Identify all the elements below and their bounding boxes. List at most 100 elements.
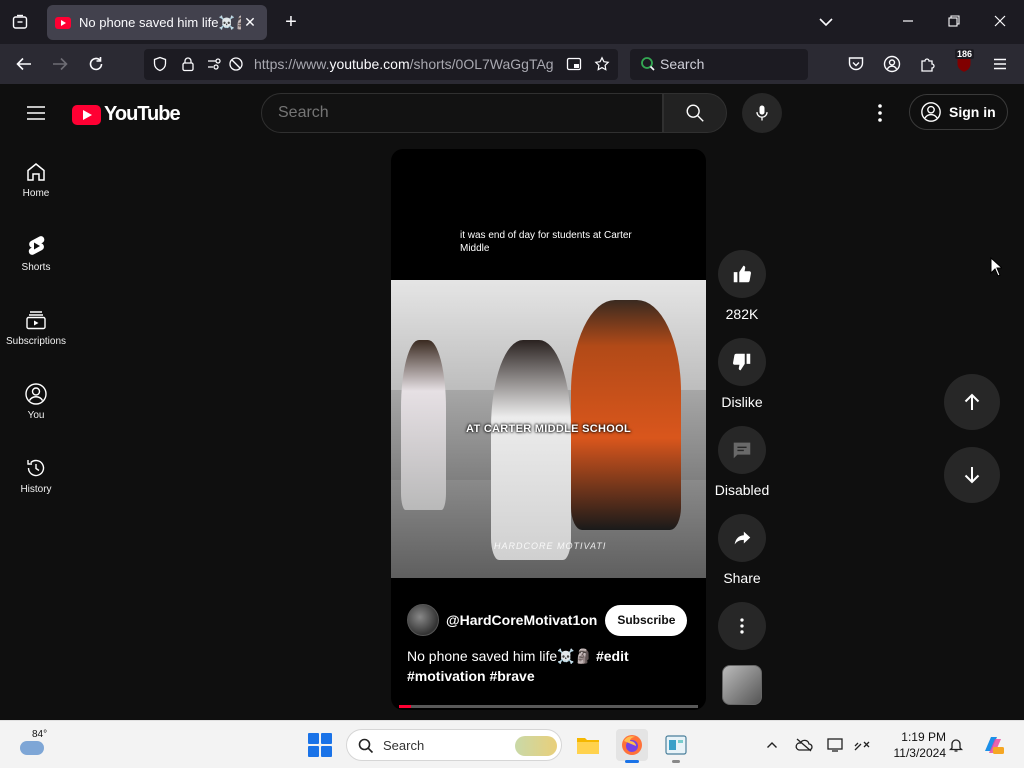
sidebar-item-label: Home	[22, 188, 50, 199]
share-button-circle[interactable]	[718, 514, 766, 562]
settings-more-vert-icon[interactable]	[868, 101, 892, 125]
bookmark-star-icon[interactable]	[590, 52, 614, 76]
browser-nav-bar: https://www.youtube.com/shorts/0OL7WaGgT…	[0, 44, 1024, 84]
clock-date: 11/3/2024	[893, 746, 947, 760]
url-text[interactable]: https://www.youtube.com/shorts/0OL7WaGgT…	[254, 56, 554, 72]
channel-name[interactable]: @HardCoreMotivat1on	[446, 612, 597, 628]
youtube-search-box[interactable]	[261, 93, 663, 133]
list-all-tabs-chevron-icon[interactable]	[814, 10, 838, 34]
sidebar-item-you[interactable]: You	[0, 364, 72, 424]
share-label: Share	[723, 570, 761, 586]
show-hidden-icons-chevron[interactable]	[762, 735, 782, 755]
previous-short-button[interactable]	[944, 374, 1000, 430]
taskbar-clock[interactable]: 1:19 PM 11/3/2024	[880, 729, 947, 761]
channel-avatar[interactable]	[407, 604, 439, 636]
sign-in-button[interactable]: Sign in	[909, 94, 1008, 130]
sidebar-item-shorts[interactable]: Shorts	[0, 216, 72, 276]
notifications-bell-icon[interactable]	[946, 735, 966, 755]
playback-progress-bar[interactable]	[399, 705, 698, 708]
subscribe-button[interactable]: Subscribe	[605, 604, 688, 636]
hashtag-link[interactable]: #edit	[596, 648, 629, 664]
shorts-player[interactable]: it was end of day for students at Carter…	[391, 149, 706, 710]
voice-search-button[interactable]	[742, 93, 782, 133]
browser-tab-bar: No phone saved him life☠️🗿 ✕ +	[0, 0, 1024, 44]
like-count: 282K	[725, 306, 759, 322]
google-search-engine-icon	[636, 52, 660, 76]
firefox-taskbar-icon[interactable]	[616, 729, 648, 763]
browser-menu-icon[interactable]	[988, 52, 1012, 76]
sidebar-item-label: You	[27, 410, 45, 421]
video-person	[571, 300, 681, 530]
comments-button[interactable]: Disabled	[710, 426, 774, 498]
shorts-icon	[24, 234, 48, 258]
comments-button-circle[interactable]	[718, 426, 766, 474]
history-icon	[24, 456, 48, 480]
new-tab-button[interactable]: +	[279, 10, 303, 34]
like-button-circle[interactable]	[718, 250, 766, 298]
app-window-icon[interactable]	[660, 729, 692, 763]
permissions-icon[interactable]	[202, 52, 226, 76]
thumbs-down-icon	[732, 353, 751, 371]
dislike-button[interactable]: Dislike	[710, 338, 774, 410]
account-icon[interactable]	[880, 52, 904, 76]
sidebar-item-label: Shorts	[21, 262, 51, 273]
sidebar-item-label: Subscriptions	[5, 336, 67, 347]
taskbar-search-label: Search	[383, 738, 425, 753]
minimize-window-icon[interactable]	[896, 10, 920, 34]
onedrive-offline-icon[interactable]	[794, 735, 814, 755]
display-icon[interactable]	[826, 735, 846, 755]
video-frame[interactable]: AT CARTER MIDDLE SCHOOL HARDCORE MOTIVAT…	[391, 280, 706, 578]
browser-search-box[interactable]: Search	[630, 49, 808, 80]
youtube-search-input[interactable]	[278, 104, 638, 122]
url-bar[interactable]: https://www.youtube.com/shorts/0OL7WaGgT…	[144, 49, 618, 80]
search-highlight-image	[515, 736, 557, 756]
hashtag-link[interactable]: #motivation	[407, 668, 486, 684]
url-prefix: https://www.	[254, 56, 330, 72]
sound-pivot-thumbnail[interactable]	[722, 665, 762, 705]
share-arrow-icon	[734, 531, 751, 545]
browser-tab-active[interactable]: No phone saved him life☠️🗿 ✕	[47, 5, 267, 40]
network-volume-icon[interactable]	[852, 735, 872, 755]
youtube-logo[interactable]: YouTube	[72, 103, 181, 126]
tab-list-icon[interactable]	[8, 10, 32, 34]
sidebar-item-history[interactable]: History	[0, 438, 72, 498]
close-window-icon[interactable]	[988, 10, 1012, 34]
active-app-indicator	[625, 760, 639, 763]
restore-window-icon[interactable]	[942, 10, 966, 34]
youtube-search-button[interactable]	[663, 93, 727, 133]
sidebar-item-home[interactable]: Home	[0, 142, 72, 202]
extension-badge: 186	[955, 49, 975, 59]
taskbar-search-box[interactable]: Search	[346, 729, 562, 761]
autoplay-blocked-icon[interactable]	[224, 52, 248, 76]
hashtag-link[interactable]: #brave	[489, 668, 534, 684]
weather-widget[interactable]: 84°	[18, 729, 52, 761]
back-arrow-icon[interactable]	[12, 52, 36, 76]
subscriptions-icon	[24, 308, 48, 332]
share-button[interactable]: Share	[710, 514, 774, 586]
windows-start-icon[interactable]	[308, 733, 332, 757]
reload-icon[interactable]	[84, 52, 108, 76]
tracking-protection-shield-icon[interactable]	[148, 52, 172, 76]
youtube-logo-text: YouTube	[104, 103, 181, 125]
picture-in-picture-icon[interactable]	[562, 52, 586, 76]
more-actions-button[interactable]	[710, 602, 774, 650]
video-caption-text: it was end of day for students at Carter…	[460, 230, 632, 254]
search-icon	[686, 104, 704, 122]
guide-menu-icon[interactable]	[24, 101, 48, 125]
tab-close-icon[interactable]: ✕	[241, 14, 259, 31]
lock-icon[interactable]	[176, 52, 200, 76]
extensions-puzzle-icon[interactable]	[916, 52, 940, 76]
copilot-icon[interactable]	[980, 732, 1006, 758]
like-button[interactable]: 282K	[710, 250, 774, 322]
clock-time: 1:19 PM	[901, 730, 946, 744]
pocket-icon[interactable]	[844, 52, 868, 76]
sidebar-item-subscriptions[interactable]: Subscriptions	[0, 290, 72, 350]
windows-taskbar: 84° Search 1:19 PM 11/3/2024	[0, 720, 1024, 768]
forward-arrow-icon[interactable]	[48, 52, 72, 76]
dislike-button-circle[interactable]	[718, 338, 766, 386]
next-short-button[interactable]	[944, 447, 1000, 503]
youtube-favicon-icon	[55, 16, 71, 29]
more-actions-circle[interactable]	[718, 602, 766, 650]
short-title[interactable]: No phone saved him life☠️🗿 #edit #motivat…	[407, 646, 697, 686]
file-explorer-icon[interactable]	[572, 729, 604, 761]
